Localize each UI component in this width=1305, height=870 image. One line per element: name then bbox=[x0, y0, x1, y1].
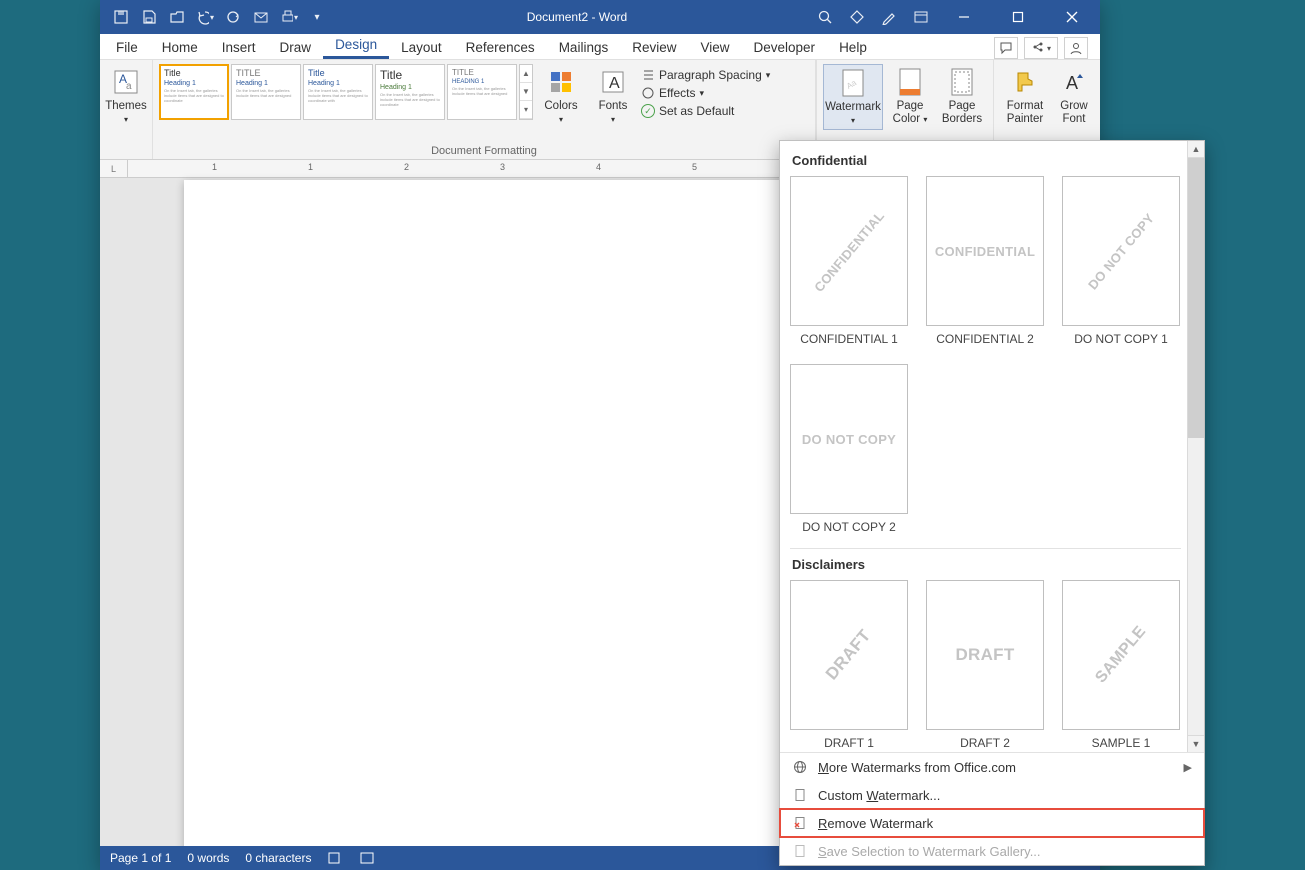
style-set-thumb[interactable]: TitleHeading 1On the Insert tab, the gal… bbox=[375, 64, 445, 120]
wm-item-draft-2[interactable]: DRAFT DRAFT 2 bbox=[926, 580, 1044, 750]
wm-section-disclaimers: Disclaimers bbox=[790, 551, 1181, 580]
status-words[interactable]: 0 words bbox=[187, 851, 229, 865]
chevron-right-icon: ▶ bbox=[1184, 761, 1192, 774]
tab-view[interactable]: View bbox=[688, 36, 741, 59]
email-icon[interactable] bbox=[252, 8, 270, 26]
fonts-button[interactable]: A Fonts▾ bbox=[589, 64, 637, 128]
quick-print-icon[interactable]: ▾ bbox=[280, 8, 298, 26]
status-page[interactable]: Page 1 of 1 bbox=[110, 851, 171, 865]
scroll-up-icon[interactable]: ▲ bbox=[1188, 141, 1204, 158]
wm-item-sample-1[interactable]: SAMPLE SAMPLE 1 bbox=[1062, 580, 1180, 750]
wm-save-selection: Save Selection to Watermark Gallery... bbox=[780, 837, 1204, 865]
effects-button[interactable]: Effects ▾ bbox=[641, 86, 770, 100]
set-as-default-button[interactable]: ✓Set as Default bbox=[641, 104, 770, 118]
style-set-thumb[interactable]: TITLEHeading 1On the Insert tab, the gal… bbox=[231, 64, 301, 120]
tab-references[interactable]: References bbox=[454, 36, 547, 59]
style-set-thumb[interactable]: TITLEHEADING 1On the Insert tab, the gal… bbox=[447, 64, 517, 120]
paragraph-spacing-button[interactable]: Paragraph Spacing ▾ bbox=[641, 68, 770, 82]
save-icon[interactable] bbox=[140, 8, 158, 26]
tab-file[interactable]: File bbox=[104, 36, 150, 59]
svg-text:A: A bbox=[1066, 73, 1078, 93]
scroll-down-icon[interactable]: ▼ bbox=[1188, 735, 1204, 752]
qat-more-icon[interactable]: ▾ bbox=[308, 8, 326, 26]
wm-scrollbar[interactable]: ▲ ▼ bbox=[1187, 141, 1204, 752]
window-title: Document2 - Word bbox=[338, 10, 816, 24]
search-icon[interactable] bbox=[816, 8, 834, 26]
document-page[interactable] bbox=[184, 180, 796, 846]
page-color-button[interactable]: Page Color ▾ bbox=[887, 64, 933, 128]
scrollbar-thumb[interactable] bbox=[1188, 158, 1204, 438]
wm-menu: More Watermarks from Office.com ▶ Custom… bbox=[780, 752, 1204, 865]
colors-button[interactable]: Colors▾ bbox=[537, 64, 585, 128]
wm-item-confidential-2[interactable]: CONFIDENTIAL CONFIDENTIAL 2 bbox=[926, 176, 1044, 346]
wm-section-confidential: Confidential bbox=[790, 147, 1181, 176]
wm-more-online[interactable]: More Watermarks from Office.com ▶ bbox=[780, 753, 1204, 781]
account-button[interactable] bbox=[1064, 37, 1088, 59]
wm-more-label: ore Watermarks from Office.com bbox=[829, 760, 1016, 775]
group-label: Document Formatting bbox=[431, 143, 537, 159]
undo-icon[interactable]: ▾ bbox=[196, 8, 214, 26]
title-bar: ▾ ▾ ▾ Document2 - Word bbox=[100, 0, 1100, 34]
autosave-icon[interactable] bbox=[112, 8, 130, 26]
themes-button[interactable]: Aa Themes▾ bbox=[106, 64, 146, 128]
style-set-thumb[interactable]: TitleHeading 1On the Insert tab, the gal… bbox=[159, 64, 229, 120]
tab-developer[interactable]: Developer bbox=[742, 36, 828, 59]
maximize-button[interactable] bbox=[998, 0, 1038, 34]
watermark-gallery-panel: Confidential CONFIDENTIAL CONFIDENTIAL 1… bbox=[779, 140, 1205, 866]
pen-icon[interactable] bbox=[880, 8, 898, 26]
minimize-button[interactable] bbox=[944, 0, 984, 34]
watermark-button[interactable]: Aa Watermark▾ bbox=[823, 64, 883, 130]
tab-design[interactable]: Design bbox=[323, 33, 389, 59]
wm-custom[interactable]: Custom Watermark... bbox=[780, 781, 1204, 809]
wm-item-confidential-1[interactable]: CONFIDENTIAL CONFIDENTIAL 1 bbox=[790, 176, 908, 346]
group-document-formatting: TitleHeading 1On the Insert tab, the gal… bbox=[153, 60, 816, 159]
style-set-thumb[interactable]: TitleHeading 1On the Insert tab, the gal… bbox=[303, 64, 373, 120]
status-proofing-icon[interactable] bbox=[327, 851, 343, 865]
tab-layout[interactable]: Layout bbox=[389, 36, 454, 59]
status-chars[interactable]: 0 characters bbox=[245, 851, 311, 865]
tab-mailings[interactable]: Mailings bbox=[547, 36, 621, 59]
format-painter-button[interactable]: Format Painter bbox=[1000, 64, 1050, 128]
gallery-scroll[interactable]: ▲▼▾ bbox=[519, 64, 533, 120]
title-bar-right bbox=[816, 0, 1100, 34]
window-mode-icon[interactable] bbox=[912, 8, 930, 26]
globe-icon bbox=[792, 759, 808, 775]
svg-text:A: A bbox=[609, 75, 620, 92]
style-set-gallery[interactable]: TitleHeading 1On the Insert tab, the gal… bbox=[159, 64, 533, 120]
tab-help[interactable]: Help bbox=[827, 36, 879, 59]
quick-access-toolbar: ▾ ▾ ▾ bbox=[100, 8, 338, 26]
tab-review[interactable]: Review bbox=[620, 36, 688, 59]
status-macro-icon[interactable] bbox=[359, 851, 375, 865]
grow-font-button[interactable]: A Grow Font bbox=[1054, 64, 1094, 128]
tab-home[interactable]: Home bbox=[150, 36, 210, 59]
tab-insert[interactable]: Insert bbox=[210, 36, 268, 59]
close-button[interactable] bbox=[1052, 0, 1092, 34]
page-formatting-options: Paragraph Spacing ▾ Effects ▾ ✓Set as De… bbox=[641, 64, 770, 118]
page-remove-icon bbox=[792, 815, 808, 831]
comments-button[interactable] bbox=[994, 37, 1018, 59]
page-icon bbox=[792, 787, 808, 803]
wm-item-draft-1[interactable]: DRAFT DRAFT 1 bbox=[790, 580, 908, 750]
wm-item-do-not-copy-1[interactable]: DO NOT COPY DO NOT COPY 1 bbox=[1062, 176, 1180, 346]
page-save-icon bbox=[792, 843, 808, 859]
redo-icon[interactable] bbox=[224, 8, 242, 26]
group-themes: Aa Themes▾ bbox=[100, 60, 153, 159]
share-button[interactable]: ▾ bbox=[1024, 37, 1058, 59]
wm-item-do-not-copy-2[interactable]: DO NOT COPY DO NOT COPY 2 bbox=[790, 364, 908, 534]
svg-text:a: a bbox=[126, 81, 132, 92]
page-borders-button[interactable]: Page Borders bbox=[937, 64, 987, 128]
ruler-corner[interactable]: L bbox=[100, 160, 128, 178]
diamond-icon[interactable] bbox=[848, 8, 866, 26]
wm-remove[interactable]: Remove Watermark bbox=[780, 809, 1204, 837]
tab-draw[interactable]: Draw bbox=[268, 36, 324, 59]
open-icon[interactable] bbox=[168, 8, 186, 26]
ribbon-tabs: File Home Insert Draw Design Layout Refe… bbox=[100, 34, 1100, 60]
